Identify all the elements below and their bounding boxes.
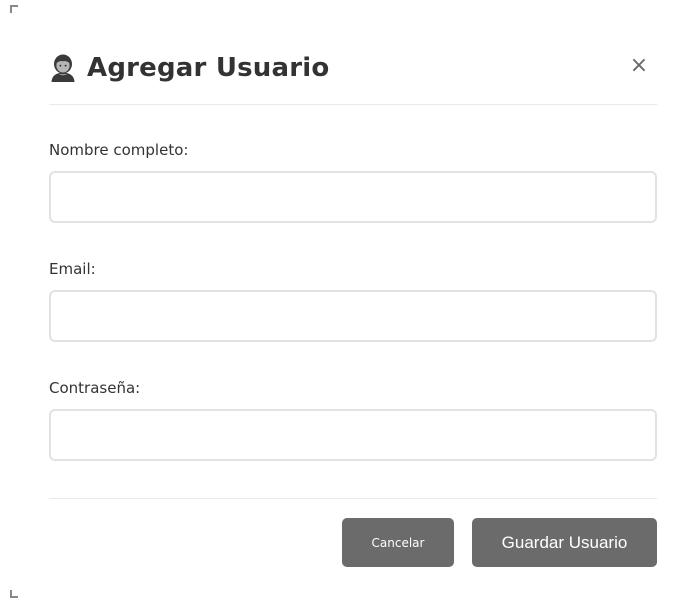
name-input[interactable]: [49, 171, 657, 223]
save-user-button[interactable]: Guardar Usuario: [472, 518, 657, 567]
password-label: Contraseña:: [49, 379, 141, 397]
header-divider: [49, 104, 657, 105]
footer-divider: [49, 498, 657, 499]
modal-title: Agregar Usuario: [87, 53, 330, 83]
close-button[interactable]: ×: [627, 54, 651, 78]
corner-mark-top-left: [10, 5, 18, 13]
page: Agregar Usuario × Nombre completo: Email…: [0, 0, 680, 601]
user-icon: [49, 53, 77, 83]
email-input[interactable]: [49, 290, 657, 342]
password-input[interactable]: [49, 409, 657, 461]
email-label: Email:: [49, 260, 96, 278]
cancel-button[interactable]: Cancelar: [342, 518, 454, 567]
modal-header: Agregar Usuario ×: [49, 46, 657, 90]
corner-mark-bottom-left: [10, 590, 18, 598]
add-user-modal: Agregar Usuario × Nombre completo: Email…: [49, 0, 657, 601]
name-label: Nombre completo:: [49, 141, 189, 159]
